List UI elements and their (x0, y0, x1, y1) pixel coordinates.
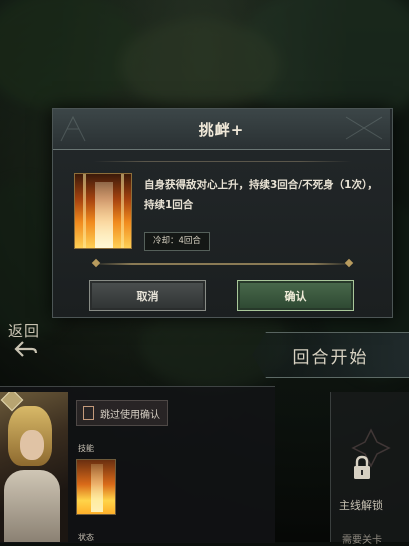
cancel-button[interactable]: 取消 (89, 280, 206, 311)
character-portrait[interactable] (0, 392, 68, 542)
skip-confirm-toggle[interactable]: 跳过使用确认 (76, 400, 168, 426)
confirm-label: 确认 (284, 289, 307, 303)
skill-section-label: 技能 (78, 444, 94, 453)
skill-confirm-dialog: 挑衅+ 自身获得敌对心上升，持续3回合/不死身（1次），持续1回合 冷却：4回合… (52, 108, 393, 318)
dialog-header: 挑衅+ (53, 109, 390, 150)
portrait-body (4, 470, 60, 542)
lock-label: 主线解锁 (339, 499, 383, 512)
skip-confirm-checkbox[interactable] (83, 406, 94, 420)
fire-pillar-skill-icon[interactable] (76, 459, 116, 515)
cooldown-badge: 冷却：4回合 (144, 232, 210, 251)
back-arrow-icon (14, 341, 38, 357)
back-label: 返回 (8, 322, 41, 340)
dialog-divider-top (93, 161, 352, 162)
lock-sub-label: 需要关卡 (342, 535, 382, 546)
skill-ray (121, 174, 124, 248)
dialog-title: 挑衅+ (198, 120, 245, 139)
skill-description: 自身获得敌对心上升，持续3回合/不死身（1次），持续1回合 (144, 179, 378, 211)
skill-core (95, 182, 113, 248)
skill-ray (83, 174, 86, 248)
fire-pillar-skill-icon (74, 173, 132, 249)
lock-icon (354, 455, 370, 479)
dialog-divider (93, 263, 352, 265)
round-start-button[interactable]: 回合开始 (252, 332, 409, 378)
confirm-button[interactable]: 确认 (237, 280, 354, 311)
cancel-label: 取消 (136, 289, 159, 303)
skip-confirm-label: 跳过使用确认 (100, 409, 160, 421)
round-start-label: 回合开始 (292, 347, 369, 368)
back-button[interactable]: 返回 (0, 318, 60, 368)
portrait-face (20, 430, 44, 460)
status-section-label: 状态 (78, 533, 94, 542)
skill-beam (91, 464, 103, 512)
